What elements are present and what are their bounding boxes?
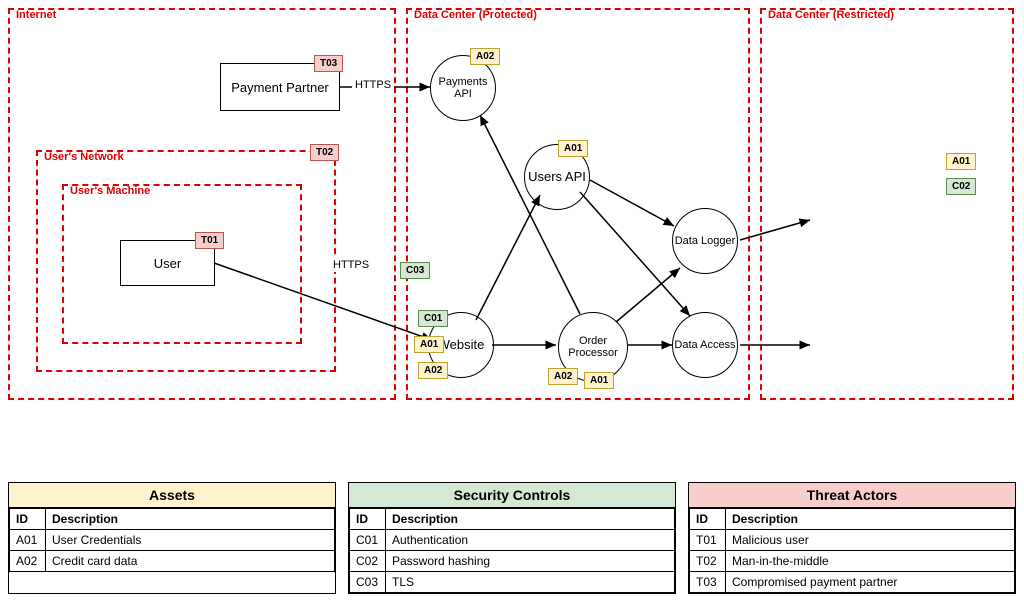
- tag-a02-website: A02: [418, 362, 448, 379]
- tag-a02-payments-api: A02: [470, 48, 500, 65]
- arrows-layer: [0, 0, 1024, 600]
- tag-a01-users-api: A01: [558, 140, 588, 157]
- tag-c03-https-edge: C03: [400, 262, 430, 279]
- tag-t03-payment-partner: T03: [314, 55, 343, 72]
- tag-t01-user: T01: [195, 232, 224, 249]
- tag-a01-restricted: A01: [946, 153, 976, 170]
- tag-a01-website: A01: [414, 336, 444, 353]
- edge-label-partner-payments: HTTPS: [352, 78, 394, 92]
- tag-a01-order-processor: A01: [584, 372, 614, 389]
- tag-t02-users-network: T02: [310, 144, 339, 161]
- tag-a02-order-processor: A02: [548, 368, 578, 385]
- tag-c01-website: C01: [418, 310, 448, 327]
- tag-c02-restricted: C02: [946, 178, 976, 195]
- edge-label-user-website: HTTPS: [330, 258, 372, 272]
